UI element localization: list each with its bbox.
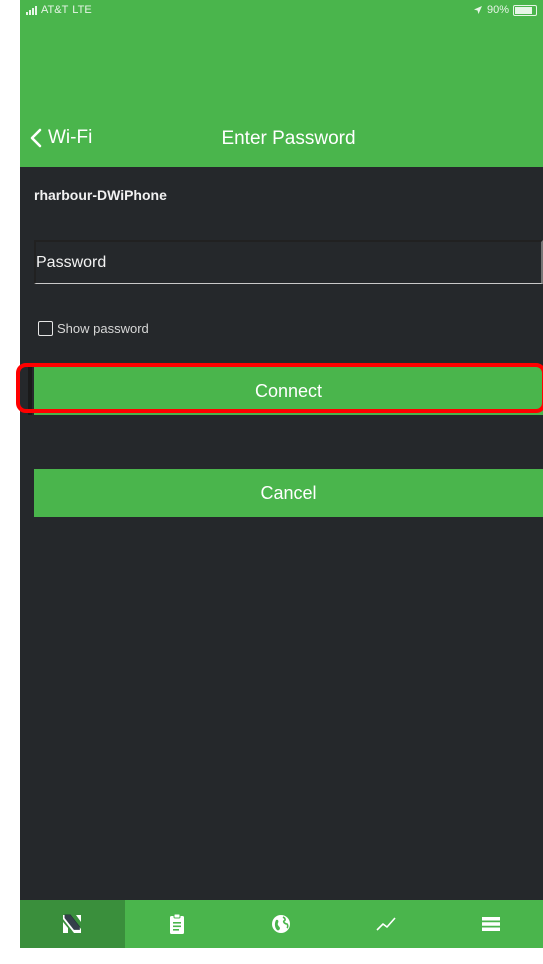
tab-bar: [20, 900, 543, 948]
navigation-bar: Wi-Fi Enter Password: [20, 22, 543, 167]
password-field[interactable]: [34, 240, 543, 284]
bottom-margin: [0, 948, 543, 964]
trend-chart-icon: [376, 917, 396, 931]
show-password-checkbox[interactable]: [38, 321, 53, 336]
phone-screen: AT&T LTE 90% Wi-Fi Enter Password rharbo…: [20, 0, 543, 948]
list-icon: [481, 917, 500, 931]
show-password-label: Show password: [57, 321, 149, 336]
show-password-toggle[interactable]: Show password: [38, 321, 149, 336]
tab-trends[interactable]: [334, 900, 439, 948]
network-label: LTE: [72, 4, 92, 16]
connect-label: Connect: [254, 380, 323, 401]
cancel-label: Cancel: [260, 482, 317, 503]
focus-bar: [28, 367, 32, 415]
cancel-button[interactable]: Cancel: [34, 469, 543, 517]
tab-list[interactable]: [438, 900, 543, 948]
signal-icon: [26, 5, 37, 15]
page-title: Enter Password: [221, 128, 356, 149]
battery-percent: 90%: [486, 4, 509, 16]
connect-button[interactable]: Connect: [28, 367, 543, 415]
tab-clipboard[interactable]: [125, 900, 230, 948]
battery-icon: [513, 4, 537, 16]
carrier-label: AT&T: [41, 4, 69, 16]
tab-home[interactable]: [20, 900, 125, 948]
location-arrow-icon: [473, 6, 482, 14]
app-logo-icon: [63, 914, 82, 933]
clipboard-icon: [169, 913, 184, 934]
network-name: rharbour-DWiPhone: [34, 187, 167, 203]
status-bar: AT&T LTE 90%: [20, 0, 543, 22]
globe-icon: [272, 915, 291, 933]
tab-globe[interactable]: [229, 900, 334, 948]
status-left: AT&T LTE: [26, 4, 92, 16]
status-right: 90%: [473, 4, 537, 16]
